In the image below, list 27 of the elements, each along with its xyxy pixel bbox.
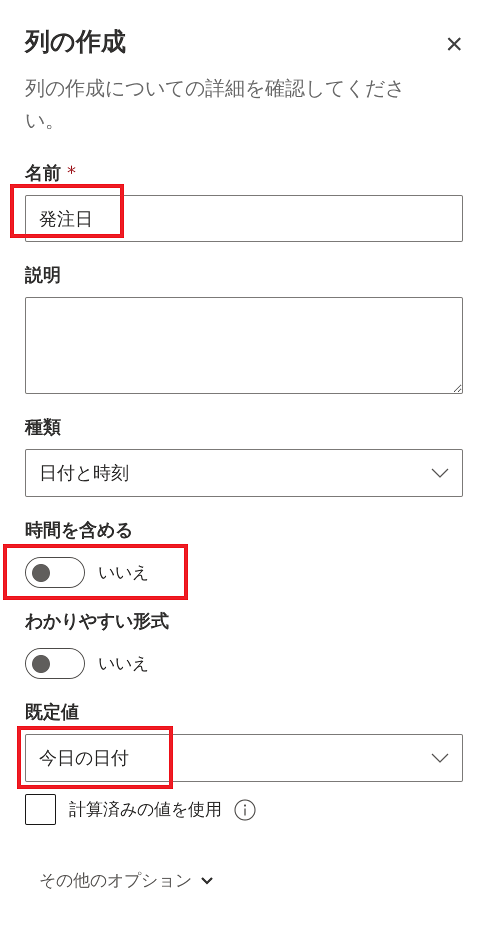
info-icon[interactable] <box>234 798 256 820</box>
field-label: 時間を含める <box>25 519 134 543</box>
dropdown[interactable]: 日付と時刻 <box>25 449 463 497</box>
chevron-down-icon <box>431 753 449 763</box>
chevron-down-icon <box>431 468 449 478</box>
dropdown[interactable]: 今日の日付 <box>25 734 463 782</box>
required-asterisk: * <box>67 163 76 184</box>
dropdown-value: 日付と時刻 <box>39 462 129 485</box>
toggle-switch[interactable] <box>25 557 85 588</box>
panel-title: 列の作成 <box>25 26 126 58</box>
name-input[interactable]: 発注日 <box>25 195 463 242</box>
checkbox-label: 計算済みの値を使用 <box>69 799 222 821</box>
toggle-label: いいえ <box>98 562 149 584</box>
checkbox[interactable] <box>25 794 56 825</box>
dropdown-value: 今日の日付 <box>39 747 129 770</box>
description-textarea[interactable] <box>25 297 463 394</box>
more-options-link[interactable]: その他のオプション <box>39 869 214 892</box>
field-label: 既定値 <box>25 701 80 725</box>
field-label: 種類 <box>25 416 62 440</box>
panel-description: 列の作成についての詳細を確認してください。 <box>25 75 406 134</box>
field-label: 名前 * <box>25 162 77 186</box>
toggle-switch[interactable] <box>25 648 85 679</box>
toggle-label: いいえ <box>98 653 149 675</box>
close-button[interactable]: × <box>445 30 463 60</box>
chevron-icon <box>200 876 214 885</box>
field-label: 説明 <box>25 264 62 288</box>
field-label: わかりやすい形式 <box>25 610 170 634</box>
